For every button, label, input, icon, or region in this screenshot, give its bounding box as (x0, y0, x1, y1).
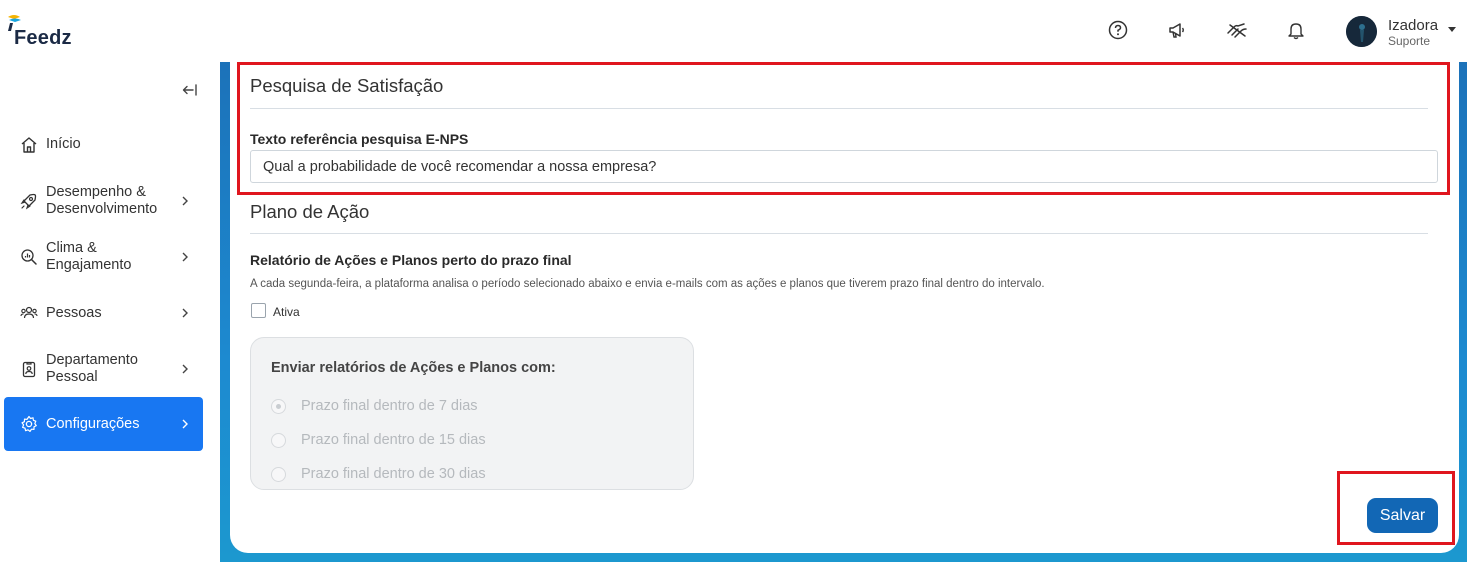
bell-icon[interactable] (1284, 18, 1308, 42)
hand-icon[interactable] (1225, 18, 1249, 42)
action-plan-section-title: Plano de Ação (250, 201, 370, 222)
radio-15-days-label[interactable]: Prazo final dentro de 15 dias (301, 432, 486, 448)
chevron-right-icon (182, 308, 188, 318)
sidebar-item-label: Início (46, 136, 81, 152)
enps-text-input[interactable] (250, 150, 1438, 183)
radio-15-days[interactable] (271, 433, 286, 448)
ativa-checkbox[interactable] (251, 303, 266, 318)
sidebar-item-desempenho[interactable]: Desempenho & Desenvolvimento (4, 179, 203, 223)
help-icon[interactable] (1106, 18, 1130, 42)
chevron-right-icon (182, 364, 188, 374)
chevron-right-icon (182, 419, 188, 429)
sidebar-item-label: Pessoas (46, 305, 102, 321)
sidebar-item-label: Configurações (46, 416, 140, 432)
badge-icon (22, 361, 36, 378)
report-label: Relatório de Ações e Planos perto do pra… (250, 252, 572, 268)
rocket-icon (20, 193, 37, 210)
top-header: Feedz Izadora Suporte (0, 0, 1467, 62)
logo-text: Feedz (14, 27, 72, 49)
radio-30-days-label[interactable]: Prazo final dentro de 30 dias (301, 466, 486, 482)
survey-section-title: Pesquisa de Satisfação (250, 75, 444, 96)
sidebar-item-inicio[interactable]: Início (4, 126, 203, 164)
user-avatar[interactable] (1346, 16, 1377, 47)
sidebar-item-label: Departamento Pessoal (46, 352, 138, 385)
sidebar-item-departamento-pessoal[interactable]: Departamento Pessoal (4, 347, 203, 391)
sidebar-item-configuracoes[interactable]: Configurações (4, 397, 203, 451)
survey-divider (250, 108, 1428, 109)
user-name[interactable]: Izadora (1388, 17, 1438, 34)
chevron-right-icon (182, 252, 188, 262)
search-chart-icon (21, 249, 37, 265)
enps-field-label: Texto referência pesquisa E-NPS (250, 131, 469, 147)
sidebar-item-clima[interactable]: Clima & Engajamento (4, 235, 203, 279)
radio-7-days-label[interactable]: Prazo final dentro de 7 dias (301, 398, 478, 414)
sidebar-item-pessoas[interactable]: Pessoas (4, 295, 203, 331)
action-plan-divider (250, 233, 1428, 234)
report-options-panel: Enviar relatórios de Ações e Planos com:… (250, 337, 694, 490)
sidebar-item-label: Desempenho & Desenvolvimento (46, 184, 158, 217)
report-options-title: Enviar relatórios de Ações e Planos com: (271, 360, 556, 376)
chevron-right-icon (182, 196, 188, 206)
caret-down-icon[interactable] (1446, 23, 1458, 35)
feedz-logo[interactable]: Feedz (6, 13, 86, 49)
save-button[interactable]: Salvar (1367, 498, 1438, 533)
home-icon (21, 137, 37, 153)
gear-icon (21, 415, 37, 432)
radio-30-days[interactable] (271, 467, 286, 482)
sidebar-item-label: Clima & Engajamento (46, 240, 132, 273)
ativa-checkbox-label[interactable]: Ativa (273, 305, 300, 319)
people-icon (20, 306, 38, 319)
megaphone-icon[interactable] (1165, 18, 1189, 42)
radio-7-days[interactable] (271, 399, 286, 414)
user-role: Suporte (1388, 34, 1431, 48)
report-description: A cada segunda-feira, a plataforma anali… (250, 278, 1045, 290)
collapse-sidebar-icon[interactable] (180, 80, 200, 100)
